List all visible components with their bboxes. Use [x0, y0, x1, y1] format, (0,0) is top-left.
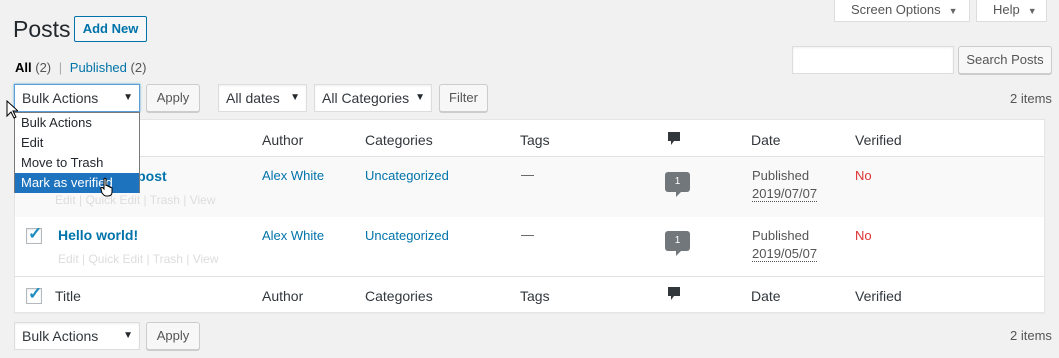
- filter-separator: |: [58, 60, 63, 75]
- filter-published-count: (2): [130, 60, 147, 75]
- tags-value: —: [521, 227, 534, 242]
- categories-value: All Categories: [322, 90, 410, 106]
- checkmark-icon: ✓: [28, 284, 43, 303]
- column-verified: Verified: [855, 132, 902, 148]
- column-verified: Verified: [855, 288, 902, 304]
- column-date[interactable]: Date: [751, 288, 781, 304]
- checkmark-icon: ✓: [28, 224, 43, 243]
- comments-column-icon[interactable]: [667, 131, 681, 150]
- post-status: Published: [752, 168, 810, 183]
- help-label: Help: [993, 2, 1020, 17]
- bulk-actions-value: Bulk Actions: [22, 328, 99, 344]
- hand-cursor-icon: [100, 177, 113, 197]
- bulk-actions-value: Bulk Actions: [22, 90, 99, 106]
- apply-button-bottom[interactable]: Apply: [146, 322, 200, 350]
- bulk-actions-select[interactable]: Bulk Actions ▼: [14, 84, 140, 112]
- row-actions[interactable]: Edit | Quick Edit | Trash | View: [58, 252, 219, 266]
- items-count-bottom: 2 items: [1010, 328, 1052, 343]
- dropdown-arrow-icon: ▼: [123, 92, 133, 103]
- column-tags: Tags: [520, 132, 550, 148]
- screen-options-label: Screen Options: [851, 2, 941, 17]
- dropdown-option-bulk-actions[interactable]: Bulk Actions: [15, 113, 139, 133]
- filter-all-count: (2): [35, 60, 52, 75]
- dropdown-arrow-icon: ▼: [290, 92, 300, 103]
- column-categories: Categories: [365, 288, 433, 304]
- verified-status: No: [855, 228, 872, 243]
- column-categories: Categories: [365, 132, 433, 148]
- items-count: 2 items: [1010, 91, 1052, 106]
- category-link[interactable]: Uncategorized: [365, 228, 449, 243]
- column-date[interactable]: Date: [751, 132, 781, 148]
- select-all-checkbox[interactable]: ✓: [26, 284, 42, 304]
- dropdown-arrow-icon: ▼: [415, 92, 425, 103]
- verified-status: No: [855, 168, 872, 183]
- dropdown-option-edit[interactable]: Edit: [15, 133, 139, 153]
- bulk-actions-select-bottom[interactable]: Bulk Actions ▼: [14, 322, 140, 350]
- dates-select[interactable]: All dates ▼: [218, 84, 307, 112]
- comment-count-bubble[interactable]: 1: [665, 231, 690, 256]
- status-filters: All (2) | Published (2): [15, 60, 146, 75]
- dropdown-arrow-icon: ▼: [123, 330, 133, 341]
- category-link[interactable]: Uncategorized: [365, 168, 449, 183]
- add-new-button[interactable]: Add New: [74, 16, 147, 42]
- categories-select[interactable]: All Categories ▼: [314, 84, 432, 112]
- column-author: Author: [262, 132, 304, 148]
- column-title[interactable]: Title: [55, 288, 81, 304]
- filter-all[interactable]: All: [15, 60, 32, 75]
- table-row: ✓ Hello world! Edit | Quick Edit | Trash…: [15, 217, 1044, 276]
- bulk-actions-dropdown: Bulk Actions Edit Move to Trash Mark as …: [14, 112, 140, 193]
- date-cell: Published 2019/07/07: [752, 167, 818, 203]
- dropdown-option-mark-as-verified[interactable]: Mark as verified: [15, 173, 139, 193]
- author-link[interactable]: Alex White: [262, 168, 324, 183]
- row-actions[interactable]: Edit | Quick Edit | Trash | View: [55, 193, 216, 207]
- posts-table: Author Categories Tags Date Verified er …: [14, 119, 1045, 313]
- date-cell: Published 2019/05/07: [752, 227, 818, 263]
- author-link[interactable]: Alex White: [262, 228, 324, 243]
- post-date: 2019/07/07: [752, 186, 818, 202]
- caret-down-icon: ▼: [948, 6, 958, 16]
- post-date: 2019/05/07: [752, 246, 818, 262]
- post-status: Published: [752, 228, 810, 243]
- dropdown-option-move-to-trash[interactable]: Move to Trash: [15, 153, 139, 173]
- caret-down-icon: ▼: [1027, 6, 1037, 16]
- help-button[interactable]: Help ▼: [976, 0, 1047, 22]
- table-row: er post Edit | Quick Edit | Trash | View…: [15, 157, 1044, 217]
- table-header-row: Author Categories Tags Date Verified: [15, 120, 1044, 157]
- screen-options-button[interactable]: Screen Options ▼: [834, 0, 970, 22]
- tags-value: —: [521, 167, 534, 182]
- dates-value: All dates: [226, 90, 280, 106]
- search-posts-button[interactable]: Search Posts: [958, 46, 1052, 74]
- column-tags: Tags: [520, 288, 550, 304]
- apply-button[interactable]: Apply: [146, 84, 200, 112]
- comments-column-icon[interactable]: [667, 286, 681, 305]
- table-footer-row: ✓ Title Author Categories Tags Date Veri…: [15, 276, 1044, 313]
- search-input[interactable]: [792, 46, 954, 74]
- comment-count-bubble[interactable]: 1: [665, 172, 690, 197]
- filter-button[interactable]: Filter: [439, 84, 488, 112]
- column-author: Author: [262, 288, 304, 304]
- row-checkbox[interactable]: ✓: [26, 224, 42, 244]
- filter-published[interactable]: Published: [70, 60, 127, 75]
- post-title-link[interactable]: Hello world!: [58, 227, 138, 243]
- pointer-cursor-icon: [6, 100, 18, 119]
- page-title: Posts: [13, 16, 71, 42]
